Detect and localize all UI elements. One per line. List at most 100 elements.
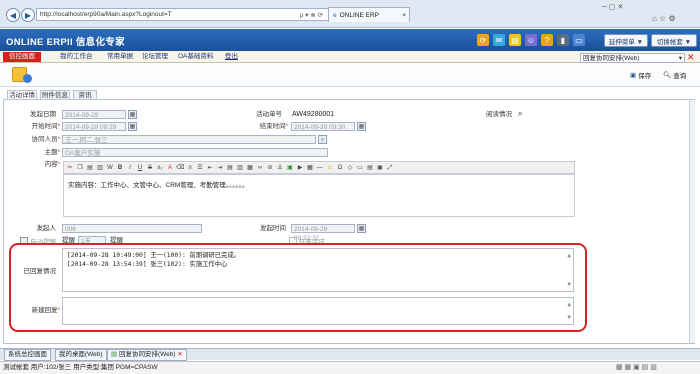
tab-system-control[interactable]: 系统总控画面 (4, 349, 51, 361)
content-label: 内容* (12, 160, 60, 170)
calendar-icon[interactable]: ▦ (128, 122, 137, 131)
address-bar[interactable]: http://localhost/erp90a/Main.aspx?Logino… (36, 8, 350, 21)
maximize-icon[interactable]: ⤢ (386, 164, 394, 172)
close-page-icon[interactable]: ✕ (687, 52, 695, 63)
paste-icon[interactable]: ▤ (86, 164, 94, 172)
user-icon[interactable]: ☺ (525, 34, 537, 46)
align-left-icon[interactable]: ▤ (226, 164, 234, 172)
paste-text-icon[interactable]: ▥ (96, 164, 104, 172)
query-button[interactable]: 🔍︎ 查询 (663, 70, 686, 80)
underline-icon[interactable]: U (136, 164, 144, 172)
read-status-label: 阅读情况 (486, 111, 512, 118)
calendar-icon[interactable]: ▦ (128, 110, 137, 119)
assistant-label: 协同人员* (12, 135, 60, 145)
subject-label: 主题* (12, 148, 60, 158)
copy-icon[interactable]: ❐ (76, 164, 84, 172)
image-icon[interactable]: ▣ (286, 164, 294, 172)
save-button[interactable]: ▣ 保存 (630, 70, 651, 80)
align-right-icon[interactable]: ▦ (246, 164, 254, 172)
menu-item-oa-basic[interactable]: OA基础资料 (178, 52, 213, 62)
select-all-icon[interactable]: ▣ (376, 164, 384, 172)
calendar-icon[interactable]: ▦ (357, 122, 366, 131)
monitor-icon[interactable]: ▭ (573, 34, 585, 46)
font-color-icon[interactable]: A (166, 164, 174, 172)
menu-item-workbench[interactable]: 我的工作台 (60, 52, 93, 62)
special-char-icon[interactable]: Ω (336, 164, 344, 172)
status-bar: 测试帐套 用户:102/张三 用户类型:集团 PGM=CPASW ▦ ▦ ▣ ▤… (0, 361, 700, 374)
person-badge-icon (23, 74, 32, 83)
mail-icon[interactable]: ✉ (493, 34, 505, 46)
browser-tab-title: ONLINE ERP (339, 11, 379, 19)
menu-item-logout[interactable]: 登出 (225, 52, 238, 62)
initiator-field: 006 (62, 224, 202, 233)
required-marker: * (57, 150, 60, 156)
subject-field[interactable]: OA案户实施 (62, 148, 328, 157)
home-star-gear-icons[interactable]: ⌂ ☆ ⚙ (652, 14, 676, 23)
bullet-list-icon[interactable]: ☰ (196, 164, 204, 172)
subscript-icon[interactable]: x₂ (156, 164, 164, 172)
smiley-icon[interactable]: ☺ (326, 164, 334, 172)
begin-time-field[interactable]: 2014-09-28 09:29 (62, 122, 126, 131)
address-actions-icon[interactable]: ρ ▾ ⊗ ⟳ (300, 11, 323, 19)
extend-menu-button[interactable]: 延伸菜单 ▼ (604, 34, 648, 47)
unlink-icon[interactable]: ⊘ (266, 164, 274, 172)
flash-icon[interactable]: ▶ (296, 164, 304, 172)
activity-no-value: AW49280001 (292, 111, 335, 118)
menu-item-documents[interactable]: 常用单据 (107, 52, 133, 62)
anchor-icon[interactable]: ⚓ (276, 164, 284, 172)
forward-icon[interactable]: ▶ (21, 8, 35, 22)
picker-icon[interactable]: ⌕ (318, 135, 327, 144)
template-icon[interactable]: ▤ (366, 164, 374, 172)
source-icon[interactable]: ◇ (346, 164, 354, 172)
function-select[interactable]: 回复协同安排(Web) ▾ (580, 53, 685, 63)
tab-activity-detail[interactable]: 活动详情 (7, 90, 37, 99)
folder-icon[interactable]: ▤ (509, 34, 521, 46)
close-tab-icon[interactable]: ✕ (177, 351, 182, 358)
start-date-label: 发起日期 (30, 111, 56, 118)
menu-item-forum[interactable]: 论坛管理 (142, 52, 168, 62)
align-center-icon[interactable]: ▥ (236, 164, 244, 172)
doc-icon: ▤ (111, 351, 118, 358)
remove-format-icon[interactable]: ⌫ (176, 164, 184, 172)
strike-icon[interactable]: S (146, 164, 154, 172)
switch-account-button[interactable]: 切换帐套 ▼ (651, 34, 697, 47)
cut-icon[interactable]: ✂ (66, 164, 74, 172)
help-icon[interactable]: ? (541, 34, 553, 46)
menu-item-home[interactable]: 信控画面 (3, 52, 41, 62)
outdent-icon[interactable]: ⇤ (206, 164, 214, 172)
end-time-field[interactable]: 2014-09-30 09:30 (291, 122, 355, 131)
start-time-label: 发起时间 (260, 225, 286, 232)
numbered-list-icon[interactable]: ≡ (186, 164, 194, 172)
query-label: 查询 (673, 73, 687, 80)
indent-icon[interactable]: ⇥ (216, 164, 224, 172)
window-controls[interactable]: ─ ▢ ✕ (602, 3, 623, 11)
content-editor[interactable]: 实施内容：工作中心、文管中心、CRM管理、考勤管理。。。。。。 (63, 174, 575, 217)
required-marker: * (285, 124, 288, 130)
refresh-icon[interactable]: ⟳ (477, 34, 489, 46)
link-icon[interactable]: ∞ (256, 164, 264, 172)
tab-reply-arrangement[interactable]: ▤ 回复协同安排(Web) ✕ (107, 349, 187, 361)
begin-time-label: 开始时间* (12, 122, 60, 132)
tab-my-desktop[interactable]: 我的桌面(Web) (55, 349, 107, 361)
bold-icon[interactable]: B (116, 164, 124, 172)
calendar-icon[interactable]: ▦ (357, 224, 366, 233)
close-tab-icon[interactable]: × (402, 12, 406, 19)
back-icon[interactable]: ◀ (6, 8, 20, 22)
tab-info[interactable]: 资讯 (73, 90, 97, 99)
ie-icon: e (333, 11, 337, 19)
search-icon: 🔍︎ (663, 72, 672, 79)
paste-word-icon[interactable]: W (106, 164, 114, 172)
assistant-field[interactable]: 王一,阿二,张三 (62, 135, 316, 144)
function-select-value: 回复协同安排(Web) (583, 55, 640, 62)
phone-icon[interactable]: ▮ (557, 34, 569, 46)
hr-icon[interactable]: ― (316, 164, 324, 172)
activity-no-label: 活动单号 (256, 111, 282, 118)
browser-tab[interactable]: e ONLINE ERP × (328, 7, 410, 22)
required-marker: * (57, 162, 60, 168)
preview-icon[interactable]: ▭ (356, 164, 364, 172)
italic-icon[interactable]: I (126, 164, 134, 172)
page-scrollbar[interactable] (689, 100, 695, 343)
table-icon[interactable]: ▦ (306, 164, 314, 172)
tab-attachments[interactable]: 附件信息 (40, 90, 70, 99)
magnifier-icon[interactable]: ⌕ (518, 109, 522, 119)
